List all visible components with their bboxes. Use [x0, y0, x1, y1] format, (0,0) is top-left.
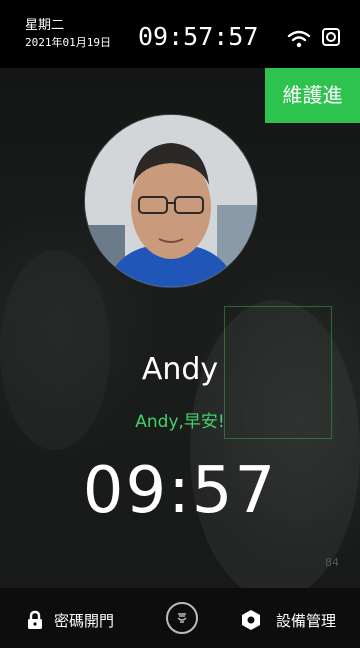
- password-open-label: 密碼開門: [54, 611, 115, 630]
- doorbell-icon: [177, 613, 187, 623]
- device-manage-label: 設備管理: [276, 611, 337, 630]
- date-label: 2021年01月19日: [25, 36, 111, 49]
- recognized-user-name: Andy: [141, 352, 219, 387]
- main-clock: 09:57: [82, 454, 278, 528]
- status-bar: 星期二 2021年01月19日 09:57:57: [0, 0, 360, 68]
- user-face-photo: [85, 115, 257, 287]
- user-avatar: [85, 115, 257, 287]
- maintenance-button[interactable]: 維護進: [265, 68, 360, 123]
- settings-hex-icon: [242, 610, 260, 630]
- device-icon: [322, 28, 340, 46]
- greeting-message: Andy,早安!: [135, 412, 225, 432]
- doorbell-button[interactable]: [166, 602, 198, 634]
- status-clock: 09:57:57: [138, 22, 259, 51]
- password-open-button[interactable]: 密碼開門: [26, 608, 114, 632]
- corner-counter: 84: [325, 556, 339, 569]
- device-manage-button[interactable]: 設備管理: [241, 608, 336, 632]
- weekday-label: 星期二: [25, 18, 65, 33]
- lock-icon: [28, 610, 42, 629]
- wifi-icon: [287, 30, 311, 48]
